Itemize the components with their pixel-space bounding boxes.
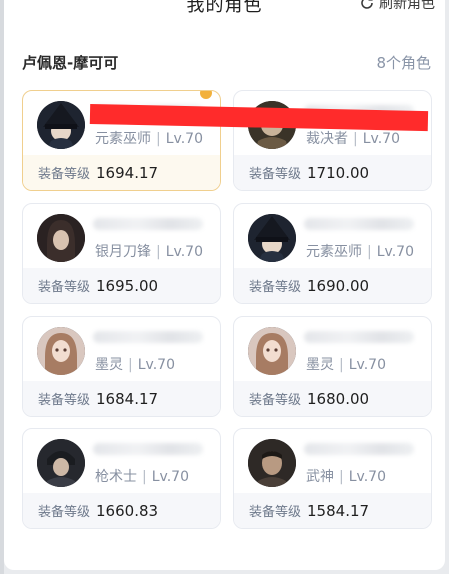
- my-characters-panel: 我的角色 刷新角色 卢佩恩-摩可可 8个角色 元素巫师 | Lv.70 装备等级 169…: [4, 0, 445, 570]
- blurred-character-name: [93, 443, 203, 455]
- character-class: 元素巫师: [306, 244, 362, 260]
- class-level-line: 墨灵 | Lv.70: [306, 354, 386, 374]
- character-avatar: [37, 439, 85, 487]
- separator: |: [128, 357, 133, 373]
- separator: |: [339, 469, 344, 485]
- character-card[interactable]: 元素巫师 | Lv.70 装备等级 1690.00: [233, 203, 432, 304]
- blurred-character-name: [93, 331, 203, 343]
- character-class: 裁决者: [306, 131, 348, 147]
- character-level: Lv.70: [151, 469, 189, 485]
- refresh-icon: [361, 0, 373, 9]
- character-class: 墨灵: [306, 357, 334, 373]
- character-class: 武神: [306, 469, 334, 485]
- gear-score-row: 装备等级 1695.00: [23, 268, 220, 303]
- gear-score-row: 装备等级 1690.00: [234, 268, 431, 303]
- character-card[interactable]: 墨灵 | Lv.70 装备等级 1680.00: [233, 316, 432, 417]
- gear-score-label: 装备等级: [38, 280, 91, 295]
- gear-score-label: 装备等级: [249, 280, 302, 295]
- gear-score-row: 装备等级 1694.17: [23, 155, 220, 190]
- separator: |: [367, 244, 372, 260]
- character-avatar: [37, 101, 85, 149]
- character-card[interactable]: 裁决者 | Lv.70 装备等级 1710.00: [233, 90, 432, 191]
- gear-score-value: 1660.83: [96, 501, 159, 520]
- gear-score-row: 装备等级 1660.83: [23, 493, 220, 528]
- character-card[interactable]: 枪术士 | Lv.70 装备等级 1660.83: [22, 428, 221, 529]
- character-level: Lv.70: [362, 131, 400, 147]
- character-level: Lv.70: [348, 469, 386, 485]
- character-card[interactable]: 墨灵 | Lv.70 装备等级 1684.17: [22, 316, 221, 417]
- character-level: Lv.70: [348, 357, 386, 373]
- class-level-line: 枪术士 | Lv.70: [95, 466, 189, 486]
- character-class: 元素巫师: [95, 131, 151, 147]
- character-class: 墨灵: [95, 357, 123, 373]
- character-card[interactable]: 武神 | Lv.70 装备等级 1584.17: [233, 428, 432, 529]
- class-level-line: 墨灵 | Lv.70: [95, 354, 175, 374]
- gear-score-value: 1584.17: [307, 501, 370, 520]
- gear-score-row: 装备等级 1680.00: [234, 381, 431, 416]
- gear-score-row: 装备等级 1710.00: [234, 155, 431, 190]
- blurred-character-name: [93, 218, 203, 230]
- separator: |: [142, 469, 147, 485]
- gear-score-label: 装备等级: [38, 167, 91, 182]
- gear-score-label: 装备等级: [249, 167, 302, 182]
- gear-score-value: 1695.00: [96, 276, 159, 295]
- gear-score-label: 装备等级: [38, 393, 91, 408]
- separator: |: [339, 357, 344, 373]
- class-level-line: 元素巫师 | Lv.70: [306, 241, 414, 261]
- gear-score-value: 1710.00: [307, 163, 370, 182]
- gear-score-label: 装备等级: [249, 393, 302, 408]
- server-group-bar: 卢佩恩-摩可可 8个角色: [22, 52, 431, 72]
- gear-score-row: 装备等级 1684.17: [23, 381, 220, 416]
- class-level-line: 武神 | Lv.70: [306, 466, 386, 486]
- blurred-character-name: [304, 331, 414, 343]
- character-class: 枪术士: [95, 469, 137, 485]
- separator: |: [156, 131, 161, 147]
- gear-score-row: 装备等级 1584.17: [234, 493, 431, 528]
- refresh-button[interactable]: 刷新角色: [359, 0, 435, 13]
- character-class: 银月刀锋: [95, 244, 151, 260]
- character-avatar: [248, 214, 296, 262]
- class-level-line: 裁决者 | Lv.70: [306, 128, 400, 148]
- character-level: Lv.70: [376, 244, 414, 260]
- character-avatar: [248, 327, 296, 375]
- character-avatar: [37, 327, 85, 375]
- character-avatar: [37, 214, 85, 262]
- class-level-line: 元素巫师 | Lv.70: [95, 128, 203, 148]
- character-level: Lv.70: [165, 131, 203, 147]
- character-level: Lv.70: [137, 357, 175, 373]
- role-count: 8个角色: [376, 53, 431, 72]
- class-level-line: 银月刀锋 | Lv.70: [95, 241, 203, 261]
- gear-score-label: 装备等级: [249, 505, 302, 520]
- panel-header: 我的角色 刷新角色: [4, 0, 445, 36]
- gear-score-value: 1690.00: [307, 276, 370, 295]
- gear-score-value: 1694.17: [96, 163, 159, 182]
- gear-score-label: 装备等级: [38, 505, 91, 520]
- group-name: 卢佩恩-摩可可: [22, 53, 119, 72]
- refresh-label: 刷新角色: [379, 0, 435, 12]
- blurred-character-name: [304, 218, 414, 230]
- gear-score-value: 1684.17: [96, 389, 159, 408]
- character-level: Lv.70: [165, 244, 203, 260]
- gear-score-value: 1680.00: [307, 389, 370, 408]
- character-avatar: [248, 439, 296, 487]
- separator: |: [353, 131, 358, 147]
- character-card[interactable]: 银月刀锋 | Lv.70 装备等级 1695.00: [22, 203, 221, 304]
- separator: |: [156, 244, 161, 260]
- blurred-character-name: [304, 443, 414, 455]
- selected-badge: [200, 91, 212, 99]
